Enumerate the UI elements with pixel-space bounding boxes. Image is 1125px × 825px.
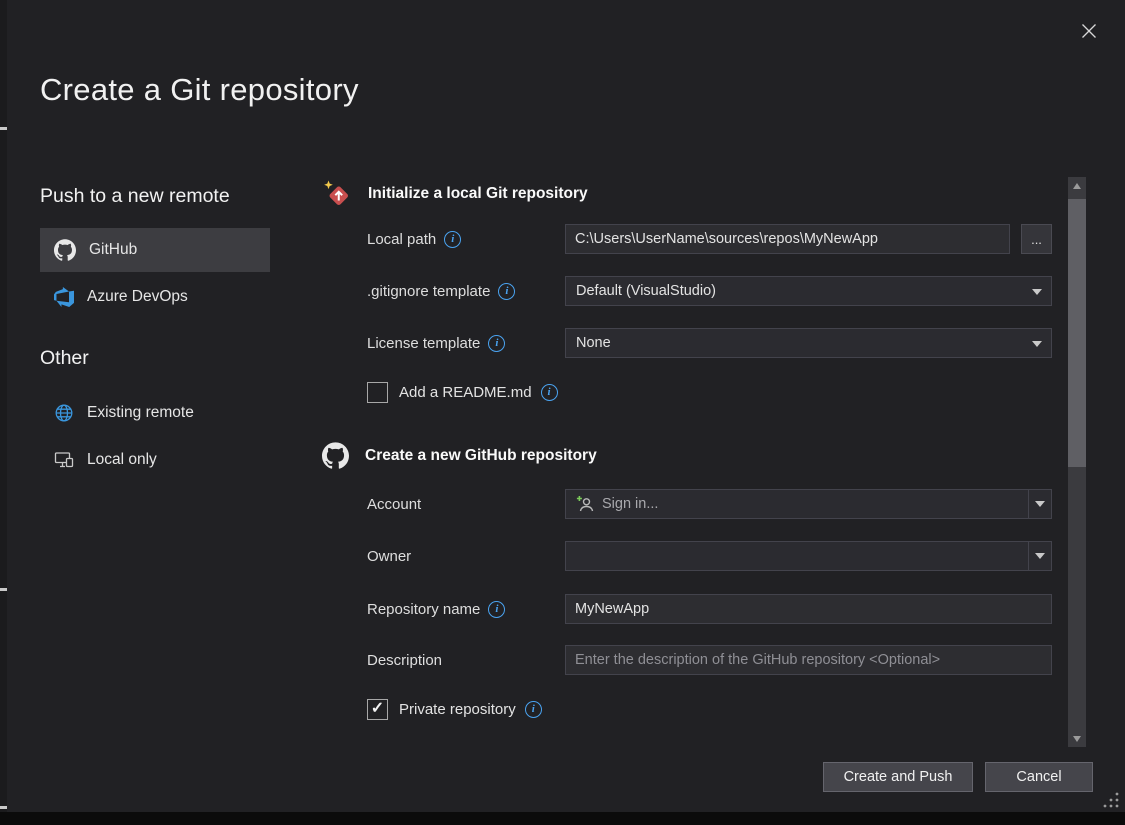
window-edge-mark [0,127,7,130]
description-label-group: Description [367,652,565,669]
private-repository-checkbox[interactable] [367,699,388,720]
sidebar-item-label: GitHub [89,241,137,259]
sidebar-item-existing-remote[interactable]: Existing remote [40,394,270,432]
close-button[interactable] [1073,15,1105,47]
local-path-label-group: Local path [367,231,565,248]
local-path-row: Local path ... [367,224,1052,254]
account-value: Sign in... [602,496,658,512]
description-input[interactable] [565,645,1052,675]
init-repo-icon [322,179,352,209]
cancel-button[interactable]: Cancel [985,762,1093,792]
browse-button[interactable]: ... [1021,224,1052,254]
sign-in-user-icon [576,495,594,513]
repository-name-row: Repository name [367,594,1052,624]
azure-devops-icon [54,287,74,307]
license-label-group: License template [367,335,565,352]
close-icon [1081,23,1097,39]
resize-grip[interactable] [1102,791,1120,809]
dropdown-arrow-button[interactable] [1028,490,1051,518]
private-repository-row: Private repository [367,697,542,721]
sidebar-item-github[interactable]: GitHub [40,228,270,272]
gitignore-template-value: Default (VisualStudio) [576,283,716,299]
owner-label: Owner [367,548,411,565]
info-icon[interactable] [488,335,505,352]
sidebar-item-label: Azure DevOps [87,288,188,306]
account-label-group: Account [367,496,565,513]
sidebar: Push to a new remote GitHub Azure DevOps… [40,0,270,600]
github-icon [54,239,76,261]
license-template-dropdown[interactable]: None [565,328,1052,358]
checkmark-icon [371,701,384,717]
readme-checkbox[interactable] [367,382,388,403]
info-icon[interactable] [498,283,515,300]
license-label: License template [367,335,480,352]
info-icon[interactable] [444,231,461,248]
info-icon[interactable] [525,701,542,718]
chevron-down-icon [1035,501,1045,507]
scrollbar-thumb[interactable] [1068,199,1086,467]
account-dropdown[interactable]: Sign in... [565,489,1052,519]
description-label: Description [367,652,442,669]
github-section-header: Create a new GitHub repository [322,442,597,469]
window-edge-mark [0,806,7,809]
account-row: Account Sign in... [367,489,1052,519]
repository-name-label: Repository name [367,601,480,618]
create-and-push-button[interactable]: Create and Push [823,762,973,792]
account-label: Account [367,496,421,513]
window-left-edge [0,0,7,812]
sidebar-heading-other: Other [40,347,89,370]
repository-name-input[interactable] [565,594,1052,624]
vertical-scrollbar[interactable] [1068,177,1086,747]
repository-name-label-group: Repository name [367,601,565,618]
dropdown-arrow-button[interactable] [1028,542,1051,570]
chevron-down-icon [1032,289,1042,295]
init-section-title: Initialize a local Git repository [368,185,588,203]
window-edge-mark [0,588,7,591]
scroll-up-arrow[interactable] [1068,177,1086,194]
description-row: Description [367,645,1052,675]
owner-label-group: Owner [367,548,565,565]
gitignore-row: .gitignore template Default (VisualStudi… [367,276,1052,306]
local-path-input[interactable] [565,224,1010,254]
license-template-value: None [576,335,611,351]
sidebar-item-label: Existing remote [87,404,194,422]
owner-dropdown[interactable] [565,541,1052,571]
chevron-down-icon [1035,553,1045,559]
gitignore-template-dropdown[interactable]: Default (VisualStudio) [565,276,1052,306]
private-repository-label: Private repository [399,701,516,718]
globe-icon [54,403,74,423]
owner-row: Owner [367,541,1052,571]
sidebar-item-label: Local only [87,451,157,469]
local-path-label: Local path [367,231,436,248]
gitignore-label-group: .gitignore template [367,283,565,300]
chevron-down-icon [1032,341,1042,347]
scroll-down-arrow[interactable] [1068,730,1086,747]
monitor-icon [54,450,74,470]
sidebar-item-local-only[interactable]: Local only [40,441,270,479]
sidebar-item-azure-devops[interactable]: Azure DevOps [40,277,270,317]
license-row: License template None [367,328,1052,358]
github-icon [322,442,349,469]
gitignore-label: .gitignore template [367,283,490,300]
github-section-title: Create a new GitHub repository [365,447,597,465]
readme-label: Add a README.md [399,384,532,401]
window-bottom-edge [0,812,1125,825]
sidebar-heading-push-remote: Push to a new remote [40,185,230,208]
info-icon[interactable] [488,601,505,618]
info-icon[interactable] [541,384,558,401]
readme-row: Add a README.md [367,380,558,404]
init-section-header: Initialize a local Git repository [322,179,588,209]
